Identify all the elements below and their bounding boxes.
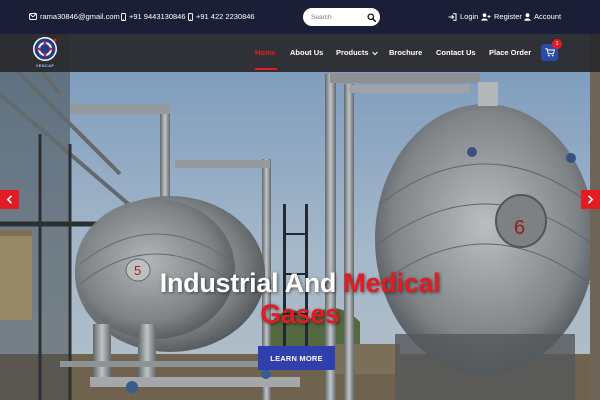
nav-brochure[interactable]: Brochure	[389, 48, 422, 57]
headline-part-2: Medical	[343, 268, 441, 298]
phone2-text: +91 422 2230846	[196, 12, 255, 21]
register-link[interactable]: Register	[481, 12, 522, 21]
vencap-logo-icon	[33, 37, 57, 61]
login-label: Login	[460, 12, 479, 21]
nav-products[interactable]: Products	[336, 48, 378, 57]
nav-about-us[interactable]: About Us	[290, 48, 323, 57]
search-button[interactable]	[362, 8, 380, 26]
chevron-right-icon	[587, 195, 594, 204]
phone1-text: +91 9443130846	[129, 12, 186, 21]
chevron-left-icon	[6, 195, 13, 204]
brand-logo[interactable]: VENCAP	[28, 36, 62, 70]
nav-active-indicator	[255, 68, 277, 70]
main-navbar: VENCAP Home About Us Products Brochure C…	[0, 34, 600, 72]
search-box	[303, 8, 380, 26]
phone-contact-2[interactable]: +91 422 2230846	[188, 12, 255, 21]
register-label: Register	[494, 12, 522, 21]
top-bar: rama30846@gmail.com +91 9443130846 +91 4…	[0, 0, 600, 34]
slider-prev-button[interactable]	[0, 190, 19, 209]
nav-home[interactable]: Home	[255, 48, 276, 57]
phone-contact-1[interactable]: +91 9443130846	[121, 12, 186, 21]
user-plus-icon	[481, 12, 491, 21]
login-link[interactable]: Login	[448, 12, 478, 21]
mobile-phone-icon	[121, 12, 126, 21]
hero-headline: Industrial And Medical Gases	[0, 268, 600, 330]
sign-in-icon	[448, 12, 457, 21]
nav-products-label: Products	[336, 48, 369, 57]
envelope-icon	[29, 13, 37, 20]
shopping-cart-icon	[544, 48, 555, 57]
email-contact[interactable]: rama30846@gmail.com	[29, 12, 120, 21]
search-icon	[366, 12, 376, 22]
account-link[interactable]: Account	[524, 12, 561, 21]
slider-next-button[interactable]	[581, 190, 600, 209]
learn-more-button[interactable]: LEARN MORE	[258, 346, 335, 370]
user-icon	[524, 12, 531, 21]
logo-text: VENCAP	[35, 63, 55, 68]
nav-contact-us[interactable]: Contact Us	[436, 48, 476, 57]
nav-place-order[interactable]: Place Order	[489, 48, 531, 57]
headline-part-1: Industrial And	[159, 268, 337, 298]
hero-slider: 5 6 Industrial And Medical Gases LEARN M…	[0, 34, 600, 400]
chevron-down-icon	[371, 51, 378, 55]
mobile-phone-icon	[188, 12, 193, 21]
email-text: rama30846@gmail.com	[40, 12, 120, 21]
search-input[interactable]	[311, 11, 363, 23]
cart-count-badge: 1	[552, 39, 562, 49]
headline-part-3: Gases	[260, 299, 340, 329]
account-label: Account	[534, 12, 562, 21]
